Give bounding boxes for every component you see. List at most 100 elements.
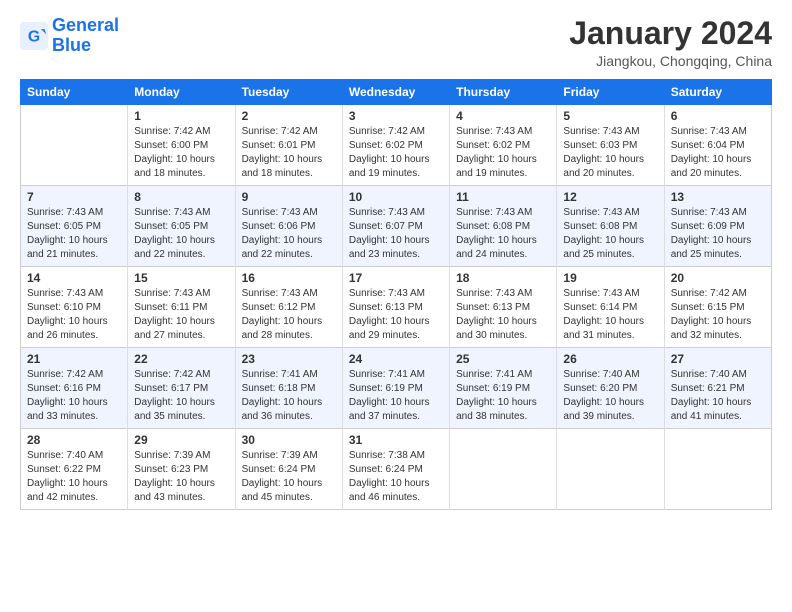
day-info: Sunrise: 7:43 AMSunset: 6:09 PMDaylight:…	[671, 206, 765, 262]
day-number: 21	[27, 352, 121, 366]
cell-w2-d7: 13 Sunrise: 7:43 AMSunset: 6:09 PMDaylig…	[664, 186, 771, 267]
cell-w2-d2: 8 Sunrise: 7:43 AMSunset: 6:05 PMDayligh…	[128, 186, 235, 267]
cell-w1-d7: 6 Sunrise: 7:43 AMSunset: 6:04 PMDayligh…	[664, 105, 771, 186]
day-info: Sunrise: 7:43 AMSunset: 6:04 PMDaylight:…	[671, 125, 765, 181]
cell-w3-d1: 14 Sunrise: 7:43 AMSunset: 6:10 PMDaylig…	[21, 267, 128, 348]
cell-w5-d4: 31 Sunrise: 7:38 AMSunset: 6:24 PMDaylig…	[342, 429, 449, 510]
col-saturday: Saturday	[664, 80, 771, 105]
day-info: Sunrise: 7:43 AMSunset: 6:06 PMDaylight:…	[242, 206, 336, 262]
day-info: Sunrise: 7:40 AMSunset: 6:22 PMDaylight:…	[27, 449, 121, 505]
col-sunday: Sunday	[21, 80, 128, 105]
day-info: Sunrise: 7:43 AMSunset: 6:11 PMDaylight:…	[134, 287, 228, 343]
day-info: Sunrise: 7:43 AMSunset: 6:08 PMDaylight:…	[563, 206, 657, 262]
day-info: Sunrise: 7:43 AMSunset: 6:05 PMDaylight:…	[27, 206, 121, 262]
day-number: 17	[349, 271, 443, 285]
logo-text: General Blue	[52, 16, 119, 56]
day-number: 3	[349, 109, 443, 123]
cell-w4-d5: 25 Sunrise: 7:41 AMSunset: 6:19 PMDaylig…	[450, 348, 557, 429]
day-number: 1	[134, 109, 228, 123]
cell-w1-d1	[21, 105, 128, 186]
day-info: Sunrise: 7:43 AMSunset: 6:13 PMDaylight:…	[456, 287, 550, 343]
day-number: 14	[27, 271, 121, 285]
day-number: 12	[563, 190, 657, 204]
day-info: Sunrise: 7:42 AMSunset: 6:15 PMDaylight:…	[671, 287, 765, 343]
cell-w5-d7	[664, 429, 771, 510]
cell-w1-d4: 3 Sunrise: 7:42 AMSunset: 6:02 PMDayligh…	[342, 105, 449, 186]
title-block: January 2024 Jiangkou, Chongqing, China	[569, 16, 772, 69]
day-number: 2	[242, 109, 336, 123]
day-number: 10	[349, 190, 443, 204]
cell-w2-d5: 11 Sunrise: 7:43 AMSunset: 6:08 PMDaylig…	[450, 186, 557, 267]
calendar-table: Sunday Monday Tuesday Wednesday Thursday…	[20, 79, 772, 510]
cell-w4-d7: 27 Sunrise: 7:40 AMSunset: 6:21 PMDaylig…	[664, 348, 771, 429]
header-row: Sunday Monday Tuesday Wednesday Thursday…	[21, 80, 772, 105]
day-info: Sunrise: 7:38 AMSunset: 6:24 PMDaylight:…	[349, 449, 443, 505]
cell-w1-d6: 5 Sunrise: 7:43 AMSunset: 6:03 PMDayligh…	[557, 105, 664, 186]
day-number: 19	[563, 271, 657, 285]
day-info: Sunrise: 7:42 AMSunset: 6:00 PMDaylight:…	[134, 125, 228, 181]
day-info: Sunrise: 7:42 AMSunset: 6:01 PMDaylight:…	[242, 125, 336, 181]
day-info: Sunrise: 7:43 AMSunset: 6:03 PMDaylight:…	[563, 125, 657, 181]
day-info: Sunrise: 7:41 AMSunset: 6:19 PMDaylight:…	[349, 368, 443, 424]
cell-w2-d6: 12 Sunrise: 7:43 AMSunset: 6:08 PMDaylig…	[557, 186, 664, 267]
day-number: 7	[27, 190, 121, 204]
day-info: Sunrise: 7:41 AMSunset: 6:19 PMDaylight:…	[456, 368, 550, 424]
day-info: Sunrise: 7:43 AMSunset: 6:05 PMDaylight:…	[134, 206, 228, 262]
cell-w3-d2: 15 Sunrise: 7:43 AMSunset: 6:11 PMDaylig…	[128, 267, 235, 348]
day-info: Sunrise: 7:43 AMSunset: 6:10 PMDaylight:…	[27, 287, 121, 343]
cell-w4-d3: 23 Sunrise: 7:41 AMSunset: 6:18 PMDaylig…	[235, 348, 342, 429]
day-info: Sunrise: 7:42 AMSunset: 6:16 PMDaylight:…	[27, 368, 121, 424]
col-friday: Friday	[557, 80, 664, 105]
day-number: 28	[27, 433, 121, 447]
month-title: January 2024	[569, 16, 772, 51]
day-info: Sunrise: 7:42 AMSunset: 6:02 PMDaylight:…	[349, 125, 443, 181]
day-number: 5	[563, 109, 657, 123]
logo-general: General	[52, 15, 119, 35]
logo-blue: Blue	[52, 35, 91, 55]
day-info: Sunrise: 7:42 AMSunset: 6:17 PMDaylight:…	[134, 368, 228, 424]
week-row-4: 21 Sunrise: 7:42 AMSunset: 6:16 PMDaylig…	[21, 348, 772, 429]
day-number: 9	[242, 190, 336, 204]
cell-w4-d4: 24 Sunrise: 7:41 AMSunset: 6:19 PMDaylig…	[342, 348, 449, 429]
week-row-5: 28 Sunrise: 7:40 AMSunset: 6:22 PMDaylig…	[21, 429, 772, 510]
day-number: 13	[671, 190, 765, 204]
page: G General Blue January 2024 Jiangkou, Ch…	[0, 0, 792, 612]
cell-w2-d3: 9 Sunrise: 7:43 AMSunset: 6:06 PMDayligh…	[235, 186, 342, 267]
day-number: 22	[134, 352, 228, 366]
day-info: Sunrise: 7:43 AMSunset: 6:08 PMDaylight:…	[456, 206, 550, 262]
svg-text:G: G	[28, 28, 40, 45]
col-tuesday: Tuesday	[235, 80, 342, 105]
col-wednesday: Wednesday	[342, 80, 449, 105]
day-number: 30	[242, 433, 336, 447]
week-row-2: 7 Sunrise: 7:43 AMSunset: 6:05 PMDayligh…	[21, 186, 772, 267]
day-number: 23	[242, 352, 336, 366]
day-number: 25	[456, 352, 550, 366]
day-info: Sunrise: 7:40 AMSunset: 6:21 PMDaylight:…	[671, 368, 765, 424]
col-thursday: Thursday	[450, 80, 557, 105]
cell-w3-d5: 18 Sunrise: 7:43 AMSunset: 6:13 PMDaylig…	[450, 267, 557, 348]
day-number: 6	[671, 109, 765, 123]
cell-w3-d7: 20 Sunrise: 7:42 AMSunset: 6:15 PMDaylig…	[664, 267, 771, 348]
cell-w4-d6: 26 Sunrise: 7:40 AMSunset: 6:20 PMDaylig…	[557, 348, 664, 429]
cell-w2-d4: 10 Sunrise: 7:43 AMSunset: 6:07 PMDaylig…	[342, 186, 449, 267]
day-info: Sunrise: 7:39 AMSunset: 6:23 PMDaylight:…	[134, 449, 228, 505]
day-number: 15	[134, 271, 228, 285]
day-number: 20	[671, 271, 765, 285]
logo-icon: G	[20, 22, 48, 50]
day-info: Sunrise: 7:43 AMSunset: 6:13 PMDaylight:…	[349, 287, 443, 343]
day-number: 4	[456, 109, 550, 123]
header: G General Blue January 2024 Jiangkou, Ch…	[20, 16, 772, 69]
cell-w5-d5	[450, 429, 557, 510]
week-row-1: 1 Sunrise: 7:42 AMSunset: 6:00 PMDayligh…	[21, 105, 772, 186]
day-info: Sunrise: 7:43 AMSunset: 6:12 PMDaylight:…	[242, 287, 336, 343]
cell-w1-d2: 1 Sunrise: 7:42 AMSunset: 6:00 PMDayligh…	[128, 105, 235, 186]
day-number: 8	[134, 190, 228, 204]
day-number: 11	[456, 190, 550, 204]
day-info: Sunrise: 7:39 AMSunset: 6:24 PMDaylight:…	[242, 449, 336, 505]
cell-w2-d1: 7 Sunrise: 7:43 AMSunset: 6:05 PMDayligh…	[21, 186, 128, 267]
day-info: Sunrise: 7:43 AMSunset: 6:07 PMDaylight:…	[349, 206, 443, 262]
day-number: 24	[349, 352, 443, 366]
day-info: Sunrise: 7:43 AMSunset: 6:14 PMDaylight:…	[563, 287, 657, 343]
day-info: Sunrise: 7:40 AMSunset: 6:20 PMDaylight:…	[563, 368, 657, 424]
logo: G General Blue	[20, 16, 119, 56]
